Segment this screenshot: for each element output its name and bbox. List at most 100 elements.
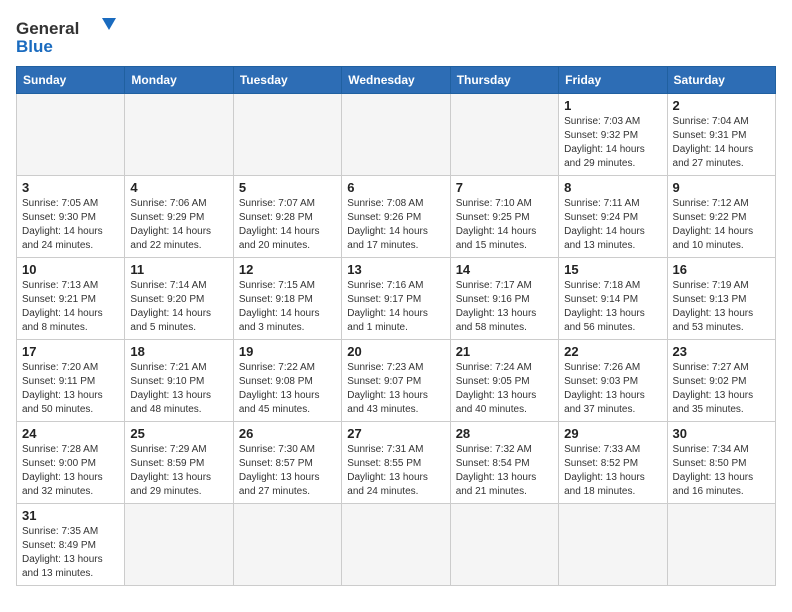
day-info: Sunrise: 7:08 AM Sunset: 9:26 PM Dayligh… <box>347 197 444 253</box>
day-cell <box>667 504 775 586</box>
day-info: Sunrise: 7:18 AM Sunset: 9:14 PM Dayligh… <box>564 279 661 335</box>
day-number: 13 <box>347 262 444 277</box>
day-cell <box>559 504 667 586</box>
day-number: 20 <box>347 344 444 359</box>
day-cell: 27 Sunrise: 7:31 AM Sunset: 8:55 PM Dayli… <box>342 422 450 504</box>
day-info: Sunrise: 7:20 AM Sunset: 9:11 PM Dayligh… <box>22 361 119 417</box>
day-cell <box>125 504 233 586</box>
day-cell: 24Sunrise: 7:28 AM Sunset: 9:00 PM Dayli… <box>17 422 125 504</box>
week-row-0: 1 Sunrise: 7:03 AM Sunset: 9:32 PM Daylig… <box>17 94 776 176</box>
day-info: Sunrise: 7:32 AM Sunset: 8:54 PM Dayligh… <box>456 443 553 499</box>
day-number: 21 <box>456 344 553 359</box>
day-number: 2 <box>673 98 770 113</box>
day-cell: 5Sunrise: 7:07 AM Sunset: 9:28 PM Daylig… <box>233 176 341 258</box>
day-number: 18 <box>130 344 227 359</box>
weekday-header-tuesday: Tuesday <box>233 67 341 94</box>
day-cell: 14 Sunrise: 7:17 AM Sunset: 9:16 PM Dayli… <box>450 258 558 340</box>
week-row-4: 24Sunrise: 7:28 AM Sunset: 9:00 PM Dayli… <box>17 422 776 504</box>
day-info: Sunrise: 7:15 AM Sunset: 9:18 PM Dayligh… <box>239 279 336 335</box>
day-number: 28 <box>456 426 553 441</box>
day-cell: 11 Sunrise: 7:14 AM Sunset: 9:20 PM Dayli… <box>125 258 233 340</box>
day-cell <box>125 94 233 176</box>
week-row-5: 31Sunrise: 7:35 AM Sunset: 8:49 PM Dayli… <box>17 504 776 586</box>
week-row-2: 10Sunrise: 7:13 AM Sunset: 9:21 PM Dayli… <box>17 258 776 340</box>
day-cell: 3Sunrise: 7:05 AM Sunset: 9:30 PM Daylig… <box>17 176 125 258</box>
day-cell: 9 Sunrise: 7:12 AM Sunset: 9:22 PM Daylig… <box>667 176 775 258</box>
day-info: Sunrise: 7:13 AM Sunset: 9:21 PM Dayligh… <box>22 279 119 335</box>
day-info: Sunrise: 7:12 AM Sunset: 9:22 PM Dayligh… <box>673 197 770 253</box>
calendar: SundayMondayTuesdayWednesdayThursdayFrid… <box>16 66 776 586</box>
page-header: GeneralBlue <box>16 16 776 58</box>
day-info: Sunrise: 7:10 AM Sunset: 9:25 PM Dayligh… <box>456 197 553 253</box>
day-info: Sunrise: 7:28 AM Sunset: 9:00 PM Dayligh… <box>22 443 119 499</box>
day-cell: 26 Sunrise: 7:30 AM Sunset: 8:57 PM Dayli… <box>233 422 341 504</box>
day-info: Sunrise: 7:31 AM Sunset: 8:55 PM Dayligh… <box>347 443 444 499</box>
day-number: 17 <box>22 344 119 359</box>
day-info: Sunrise: 7:27 AM Sunset: 9:02 PM Dayligh… <box>673 361 770 417</box>
day-info: Sunrise: 7:14 AM Sunset: 9:20 PM Dayligh… <box>130 279 227 335</box>
day-number: 7 <box>456 180 553 195</box>
day-cell: 30Sunrise: 7:34 AM Sunset: 8:50 PM Dayli… <box>667 422 775 504</box>
day-cell: 23Sunrise: 7:27 AM Sunset: 9:02 PM Dayli… <box>667 340 775 422</box>
day-number: 8 <box>564 180 661 195</box>
day-number: 19 <box>239 344 336 359</box>
day-number: 11 <box>130 262 227 277</box>
day-cell <box>342 504 450 586</box>
day-number: 4 <box>130 180 227 195</box>
day-info: Sunrise: 7:17 AM Sunset: 9:16 PM Dayligh… <box>456 279 553 335</box>
day-info: Sunrise: 7:16 AM Sunset: 9:17 PM Dayligh… <box>347 279 444 335</box>
logo: GeneralBlue <box>16 16 126 58</box>
day-number: 31 <box>22 508 119 523</box>
day-cell: 25 Sunrise: 7:29 AM Sunset: 8:59 PM Dayli… <box>125 422 233 504</box>
day-number: 27 <box>347 426 444 441</box>
day-number: 14 <box>456 262 553 277</box>
day-number: 15 <box>564 262 661 277</box>
weekday-header-row: SundayMondayTuesdayWednesdayThursdayFrid… <box>17 67 776 94</box>
svg-text:Blue: Blue <box>16 37 53 56</box>
day-cell <box>233 504 341 586</box>
day-cell: 20 Sunrise: 7:23 AM Sunset: 9:07 PM Dayli… <box>342 340 450 422</box>
day-info: Sunrise: 7:24 AM Sunset: 9:05 PM Dayligh… <box>456 361 553 417</box>
day-info: Sunrise: 7:05 AM Sunset: 9:30 PM Dayligh… <box>22 197 119 253</box>
day-cell: 18 Sunrise: 7:21 AM Sunset: 9:10 PM Dayli… <box>125 340 233 422</box>
day-info: Sunrise: 7:29 AM Sunset: 8:59 PM Dayligh… <box>130 443 227 499</box>
day-cell: 12 Sunrise: 7:15 AM Sunset: 9:18 PM Dayli… <box>233 258 341 340</box>
day-cell <box>450 504 558 586</box>
day-cell: 6Sunrise: 7:08 AM Sunset: 9:26 PM Daylig… <box>342 176 450 258</box>
day-number: 12 <box>239 262 336 277</box>
svg-text:General: General <box>16 19 79 38</box>
day-cell: 17 Sunrise: 7:20 AM Sunset: 9:11 PM Dayli… <box>17 340 125 422</box>
day-cell: 7 Sunrise: 7:10 AM Sunset: 9:25 PM Daylig… <box>450 176 558 258</box>
weekday-header-sunday: Sunday <box>17 67 125 94</box>
day-info: Sunrise: 7:04 AM Sunset: 9:31 PM Dayligh… <box>673 115 770 171</box>
day-cell: 8 Sunrise: 7:11 AM Sunset: 9:24 PM Daylig… <box>559 176 667 258</box>
day-info: Sunrise: 7:21 AM Sunset: 9:10 PM Dayligh… <box>130 361 227 417</box>
day-info: Sunrise: 7:19 AM Sunset: 9:13 PM Dayligh… <box>673 279 770 335</box>
day-number: 22 <box>564 344 661 359</box>
day-cell: 2 Sunrise: 7:04 AM Sunset: 9:31 PM Daylig… <box>667 94 775 176</box>
weekday-header-monday: Monday <box>125 67 233 94</box>
day-number: 25 <box>130 426 227 441</box>
day-cell: 10Sunrise: 7:13 AM Sunset: 9:21 PM Dayli… <box>17 258 125 340</box>
day-number: 30 <box>673 426 770 441</box>
day-cell <box>450 94 558 176</box>
day-info: Sunrise: 7:23 AM Sunset: 9:07 PM Dayligh… <box>347 361 444 417</box>
day-number: 1 <box>564 98 661 113</box>
day-number: 16 <box>673 262 770 277</box>
weekday-header-saturday: Saturday <box>667 67 775 94</box>
day-cell: 28 Sunrise: 7:32 AM Sunset: 8:54 PM Dayli… <box>450 422 558 504</box>
day-info: Sunrise: 7:30 AM Sunset: 8:57 PM Dayligh… <box>239 443 336 499</box>
day-cell: 21 Sunrise: 7:24 AM Sunset: 9:05 PM Dayli… <box>450 340 558 422</box>
day-info: Sunrise: 7:11 AM Sunset: 9:24 PM Dayligh… <box>564 197 661 253</box>
day-cell: 29Sunrise: 7:33 AM Sunset: 8:52 PM Dayli… <box>559 422 667 504</box>
day-info: Sunrise: 7:33 AM Sunset: 8:52 PM Dayligh… <box>564 443 661 499</box>
weekday-header-friday: Friday <box>559 67 667 94</box>
day-number: 9 <box>673 180 770 195</box>
day-number: 26 <box>239 426 336 441</box>
week-row-1: 3Sunrise: 7:05 AM Sunset: 9:30 PM Daylig… <box>17 176 776 258</box>
logo-svg: GeneralBlue <box>16 16 126 58</box>
day-info: Sunrise: 7:03 AM Sunset: 9:32 PM Dayligh… <box>564 115 661 171</box>
day-cell <box>233 94 341 176</box>
week-row-3: 17 Sunrise: 7:20 AM Sunset: 9:11 PM Dayli… <box>17 340 776 422</box>
day-info: Sunrise: 7:06 AM Sunset: 9:29 PM Dayligh… <box>130 197 227 253</box>
